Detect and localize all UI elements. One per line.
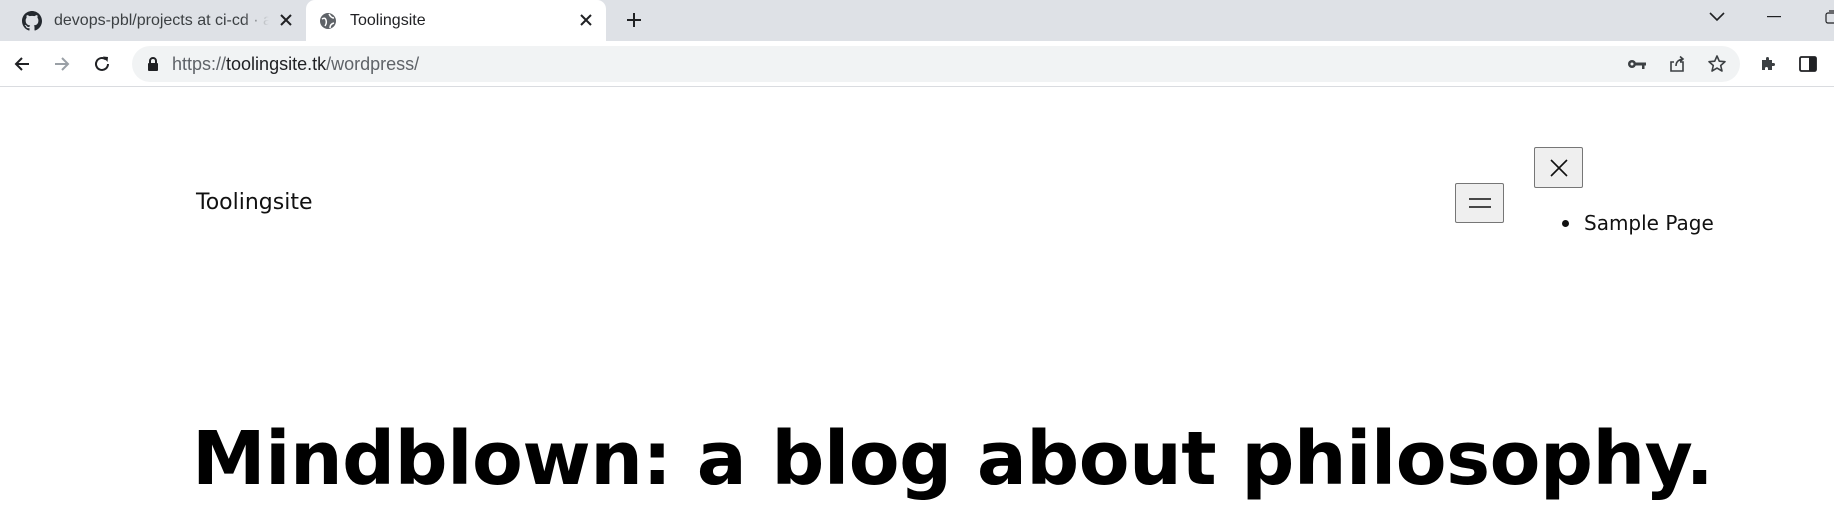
tab-search-icon[interactable] — [1697, 0, 1737, 34]
tab-toolingsite[interactable]: Toolingsite — [306, 0, 606, 41]
close-menu-button[interactable] — [1534, 147, 1583, 188]
nav-item-sample-page[interactable]: Sample Page — [1560, 211, 1714, 235]
browser-toolbar: https://toolingsite.tk/wordpress/ — [0, 41, 1834, 87]
open-menu-button[interactable] — [1455, 183, 1504, 223]
bullet-icon — [1562, 220, 1569, 227]
globe-icon — [318, 11, 338, 31]
close-tab-icon[interactable] — [276, 10, 296, 30]
site-title[interactable]: Toolingsite — [196, 190, 313, 215]
side-panel-icon[interactable] — [1794, 50, 1822, 78]
nav-item-label[interactable]: Sample Page — [1584, 211, 1714, 235]
url-path: /wordpress/ — [326, 54, 420, 74]
address-bar[interactable]: https://toolingsite.tk/wordpress/ — [132, 46, 1740, 82]
new-tab-button[interactable] — [620, 6, 648, 34]
minimize-icon[interactable] — [1754, 0, 1794, 34]
bookmark-star-icon[interactable] — [1706, 53, 1728, 75]
url-host: toolingsite.tk — [226, 54, 327, 74]
extensions-icon[interactable] — [1754, 50, 1782, 78]
tab-title: Toolingsite — [350, 11, 426, 29]
primary-navigation: Sample Page — [1560, 211, 1714, 235]
key-icon[interactable] — [1626, 53, 1648, 75]
tab-strip: devops-pbl/projects at ci-cd · ahm Tooli… — [0, 0, 1834, 41]
close-tab-icon[interactable] — [576, 10, 596, 30]
tab-github[interactable]: devops-pbl/projects at ci-cd · ahm — [10, 0, 306, 41]
reload-button[interactable] — [88, 50, 116, 78]
maximize-icon[interactable] — [1812, 0, 1834, 34]
forward-button[interactable] — [48, 50, 76, 78]
url-text[interactable]: https://toolingsite.tk/wordpress/ — [172, 54, 419, 74]
tab-title: devops-pbl/projects at ci-cd · ahm — [54, 11, 269, 29]
github-icon — [22, 10, 42, 31]
url-scheme: https:// — [172, 54, 227, 74]
lock-icon[interactable] — [146, 56, 162, 72]
share-icon[interactable] — [1666, 53, 1688, 75]
page-headline: Mindblown: a blog about philosophy. — [192, 416, 1714, 502]
back-button[interactable] — [8, 50, 36, 78]
